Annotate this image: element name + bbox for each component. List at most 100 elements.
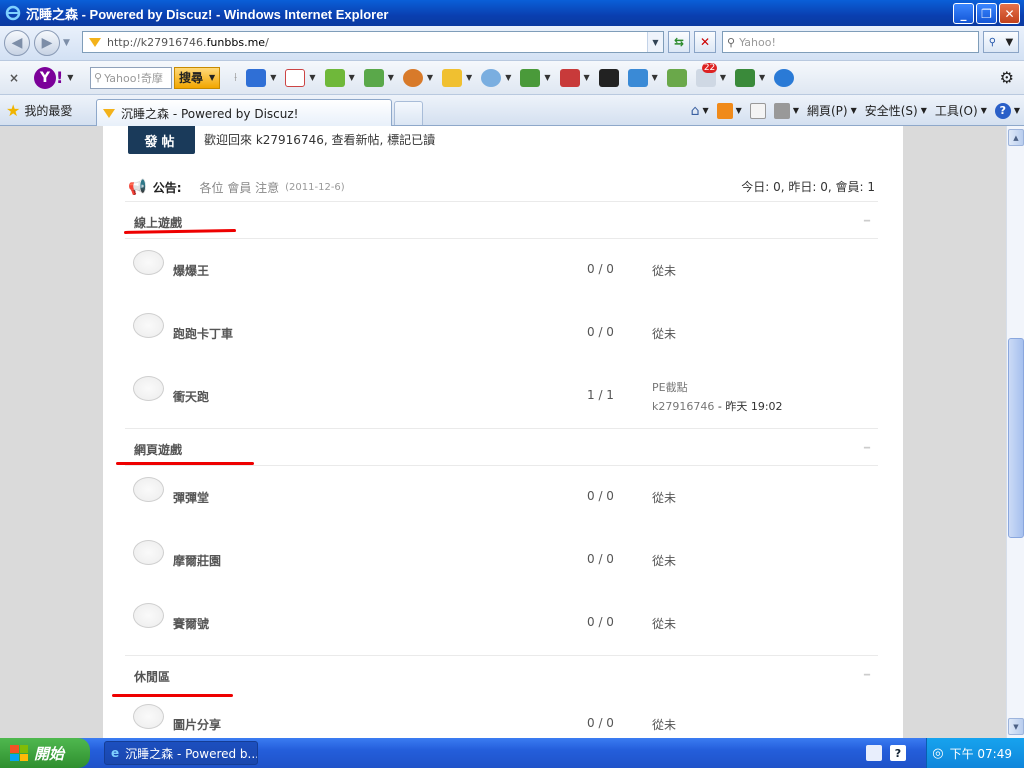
scroll-thumb[interactable] <box>1008 338 1024 538</box>
forum-last-post: 從未 <box>652 718 677 732</box>
collapse-icon[interactable]: ━ <box>864 216 870 227</box>
calendar-button[interactable]: ▼ <box>285 68 316 87</box>
red-underline-annotation <box>112 694 233 697</box>
forum-row[interactable]: 賽爾號 0 / 0 從未 <box>125 603 878 663</box>
toolbar-settings-gear-icon[interactable]: ⚙ <box>1000 68 1014 87</box>
scroll-down-button[interactable]: ▼ <box>1008 718 1024 735</box>
yahoo-search-button[interactable]: 搜尋 ▼ <box>174 66 221 89</box>
feeds-button[interactable]: ▼ <box>716 102 742 119</box>
new-post-button[interactable]: 發帖 <box>128 126 195 154</box>
category-title[interactable]: 休閒區 <box>134 668 170 685</box>
forum-name[interactable]: 跑跑卡丁車 <box>173 325 233 342</box>
url-suffix: / <box>265 35 269 49</box>
refresh-icon: ⇆ <box>673 35 685 49</box>
stop-button[interactable]: ✕ <box>694 31 716 53</box>
search-options-dropdown-icon: ▼ <box>1005 36 1014 48</box>
ie-button[interactable] <box>774 68 795 87</box>
vertical-scrollbar[interactable]: ▲ ▼ <box>1006 126 1024 738</box>
weather-button[interactable]: 22 ▼ <box>695 62 726 87</box>
home-button[interactable]: ⌂ ▼ <box>691 103 709 119</box>
print-button[interactable]: ▼ <box>773 102 799 119</box>
lightbulb-icon <box>481 68 502 87</box>
address-field[interactable]: http://k27916746. funbbs.me / ▼ <box>82 31 664 53</box>
printer-icon <box>773 102 790 119</box>
forum-status-bubble-icon <box>133 477 164 502</box>
window-title-bar: 沉睡之森 - Powered by Discuz! - Windows Inte… <box>0 0 1024 26</box>
forward-button[interactable]: ▶ <box>34 30 60 56</box>
forum-last-post: PE截點 k27916746 - 昨天 19:02 <box>652 378 783 416</box>
history-dropdown-icon[interactable]: ▼ <box>63 38 73 48</box>
forum-name[interactable]: 爆爆王 <box>173 262 209 279</box>
forum-name[interactable]: 摩爾莊園 <box>173 552 221 569</box>
keyboard-icon[interactable] <box>866 745 882 761</box>
scroll-up-button[interactable]: ▲ <box>1008 129 1024 146</box>
shopping-bag-icon <box>442 68 463 87</box>
close-button[interactable]: ✕ <box>999 3 1020 24</box>
yahoo-search-label: 搜尋 <box>179 71 204 85</box>
toolbar-close-button[interactable]: × <box>4 71 24 85</box>
category-title[interactable]: 網頁遊戲 <box>134 441 182 458</box>
read-mail-button[interactable] <box>749 102 766 119</box>
forum-name[interactable]: 彈彈堂 <box>173 489 209 506</box>
favorites-label: 我的最愛 <box>24 103 73 118</box>
yahoo-search-input[interactable]: ⚲ Yahoo!奇摩 <box>90 66 172 89</box>
search-go-button[interactable]: ⚲ ▼ <box>983 31 1019 53</box>
page-dropdown-icon: ▼ <box>850 106 857 115</box>
refresh-button[interactable]: ⇆ <box>668 31 690 53</box>
start-button[interactable]: 開始 <box>0 738 90 768</box>
games-button[interactable]: ▼ <box>520 68 551 87</box>
page-viewport: 發帖 歡迎回來 k27916746, 查看新帖, 標記已讀 📢 公告: 各位 會… <box>0 126 1006 738</box>
announcement-bar: 📢 公告: 各位 會員 注意 (2011-12-6) <box>128 178 345 196</box>
tools-menu[interactable]: 工具(O) ▼ <box>935 102 987 119</box>
minimize-button[interactable]: _ <box>953 3 974 24</box>
forum-name[interactable]: 衝天跑 <box>173 388 209 405</box>
back-button[interactable]: ◀ <box>4 30 30 56</box>
forum-row[interactable]: 圖片分享 0 / 0 從未 <box>125 704 878 738</box>
tab-current[interactable]: 沉睡之森 - Powered by Discuz! <box>96 99 392 126</box>
language-help-icon[interactable]: ? <box>890 745 906 761</box>
movies-button[interactable] <box>598 68 619 87</box>
ie-task-icon: e <box>111 746 120 760</box>
help-button[interactable]: ? ▼ <box>994 102 1020 119</box>
answers-button[interactable]: ▼ <box>481 68 511 87</box>
mail-button[interactable]: ▼ <box>246 68 276 87</box>
photos-button[interactable]: ▼ <box>363 68 394 87</box>
feeds-dropdown-icon: ▼ <box>735 106 742 115</box>
search-icon: ⚲ <box>727 35 736 49</box>
bookmark-book-button[interactable] <box>666 68 687 87</box>
category-title[interactable]: 線上遊戲 <box>134 214 182 231</box>
forum-last-post: 從未 <box>652 617 677 631</box>
last-post-user[interactable]: k27916746 <box>652 400 714 413</box>
search-field[interactable]: ⚲ Yahoo! <box>722 31 979 53</box>
volume-icon[interactable]: ◎ <box>932 746 943 761</box>
forum-row[interactable]: 爆爆王 0 / 0 從未 <box>125 250 878 310</box>
favorites-button[interactable]: ★ 我的最愛 <box>6 101 72 120</box>
page-menu[interactable]: 網頁(P) ▼ <box>807 102 857 119</box>
shopping-bag-button[interactable]: ▼ <box>442 68 472 87</box>
forum-name[interactable]: 圖片分享 <box>173 716 221 733</box>
calendar-icon <box>285 68 306 87</box>
announcement-link[interactable]: 各位 會員 注意 <box>200 179 280 196</box>
new-tab-button[interactable] <box>394 101 423 125</box>
forum-row[interactable]: 摩爾莊園 0 / 0 從未 <box>125 540 878 600</box>
collapse-icon[interactable]: ━ <box>864 443 870 454</box>
auto-button[interactable]: ▼ <box>559 68 590 87</box>
taskbar-ie-window[interactable]: e 沉睡之森 - Powered b... <box>104 741 258 765</box>
photos-icon <box>363 68 384 87</box>
forum-row[interactable]: 跑跑卡丁車 0 / 0 從未 <box>125 313 878 373</box>
forum-name[interactable]: 賽爾號 <box>173 615 209 632</box>
stamp-button[interactable]: ▼ <box>402 68 433 87</box>
yahoo-logo-button[interactable]: Y! ▼ <box>34 66 84 90</box>
forum-row[interactable]: 衝天跑 1 / 1 PE截點 k27916746 - 昨天 19:02 <box>125 376 878 436</box>
clock[interactable]: 下午 07:49 <box>950 745 1012 762</box>
last-post-title[interactable]: PE截點 <box>652 378 783 397</box>
bookmarks-button[interactable]: ▼ <box>324 68 355 87</box>
safety-menu[interactable]: 安全性(S) ▼ <box>865 102 927 119</box>
map-button[interactable]: ▼ <box>734 68 765 87</box>
address-dropdown-icon[interactable]: ▼ <box>647 32 663 52</box>
forum-row[interactable]: 彈彈堂 0 / 0 從未 <box>125 477 878 537</box>
collapse-icon[interactable]: ━ <box>864 670 870 681</box>
clapperboard-icon <box>598 68 619 87</box>
news-button[interactable]: ▼ <box>627 68 658 87</box>
restore-button[interactable]: ❐ <box>976 3 997 24</box>
